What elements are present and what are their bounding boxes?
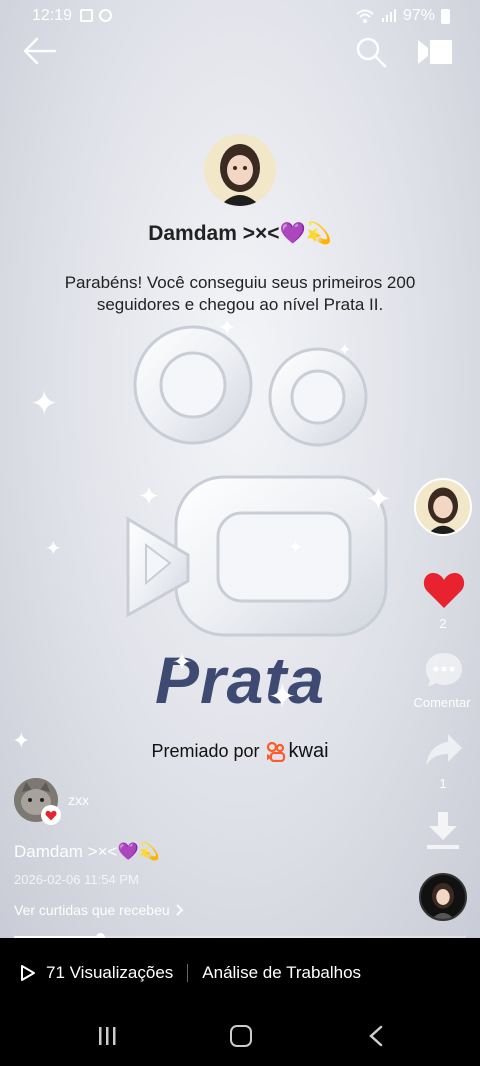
download-icon[interactable]	[424, 810, 462, 852]
views-label: 71 Visualizações	[46, 963, 174, 982]
heart-badge-icon	[45, 810, 57, 820]
congrats-message: Parabéns! Você conseguiu seus primeiros …	[64, 273, 416, 314]
svg-text:✦: ✦	[218, 316, 236, 341]
music-disc[interactable]	[419, 873, 467, 921]
svg-text:✦: ✦	[45, 536, 62, 560]
divider	[187, 964, 189, 982]
rail-portrait-icon	[428, 487, 458, 534]
svg-text:✦: ✦	[268, 677, 297, 717]
rail-creator-avatar[interactable]	[414, 478, 472, 536]
post-date: 2026-02-06 11:54 PM	[14, 872, 139, 887]
share-count: 1	[439, 776, 447, 791]
view-likes-link[interactable]: Ver curtidas que recebeu	[14, 902, 184, 918]
search-icon[interactable]	[355, 36, 387, 68]
svg-text:✦: ✦	[172, 648, 192, 676]
status-bar: 12:19 97%	[0, 0, 480, 32]
creator-portrait-icon	[220, 144, 260, 206]
username[interactable]: zxx	[68, 792, 89, 808]
recent-apps-icon[interactable]	[97, 1026, 117, 1046]
back-arrow-icon[interactable]	[22, 36, 58, 66]
notification-icons	[80, 9, 112, 22]
music-disc-portrait-icon	[432, 882, 454, 919]
comment-label: Comentar	[413, 695, 471, 710]
wifi-icon	[356, 9, 374, 23]
chevron-right-icon	[176, 904, 183, 916]
video-background[interactable]: 12:19 97% Damdam >×<💜💫 Parabéns! Você co…	[0, 0, 480, 938]
view-likes-label: Ver curtidas que recebeu	[14, 902, 170, 918]
analysis-link[interactable]: Análise de Trabalhos	[202, 963, 361, 983]
app-notification-icon	[99, 9, 112, 22]
svg-text:✦: ✦	[30, 384, 59, 424]
svg-text:✦: ✦	[12, 729, 30, 754]
battery-icon	[441, 8, 450, 24]
post-caption: Damdam >×<💜💫	[14, 842, 160, 861]
like-count: 2	[439, 616, 447, 631]
signal-icon	[381, 9, 396, 22]
status-right: 97%	[355, 7, 450, 25]
status-time: 12:19	[32, 7, 73, 24]
home-button-icon[interactable]	[230, 1025, 252, 1047]
like-heart-icon[interactable]	[422, 570, 466, 610]
share-arrow-icon[interactable]	[424, 732, 464, 768]
bottom-bar: 71 Visualizações Análise de Trabalhos	[0, 938, 480, 1008]
play-outline-icon	[21, 965, 35, 981]
creator-name: Damdam >×<💜💫	[148, 222, 332, 245]
svg-text:✦: ✦	[365, 480, 392, 518]
nav-back-icon[interactable]	[368, 1025, 384, 1047]
gallery-notification-icon	[80, 9, 93, 22]
video-play-icon[interactable]	[416, 38, 454, 66]
creator-avatar[interactable]	[204, 134, 276, 206]
follow-heart-badge[interactable]	[41, 805, 61, 825]
battery-percent: 97%	[402, 7, 435, 24]
comment-icon[interactable]	[423, 650, 465, 692]
views-counter[interactable]: 71 Visualizações	[20, 963, 173, 983]
system-nav-bar	[0, 1008, 480, 1066]
